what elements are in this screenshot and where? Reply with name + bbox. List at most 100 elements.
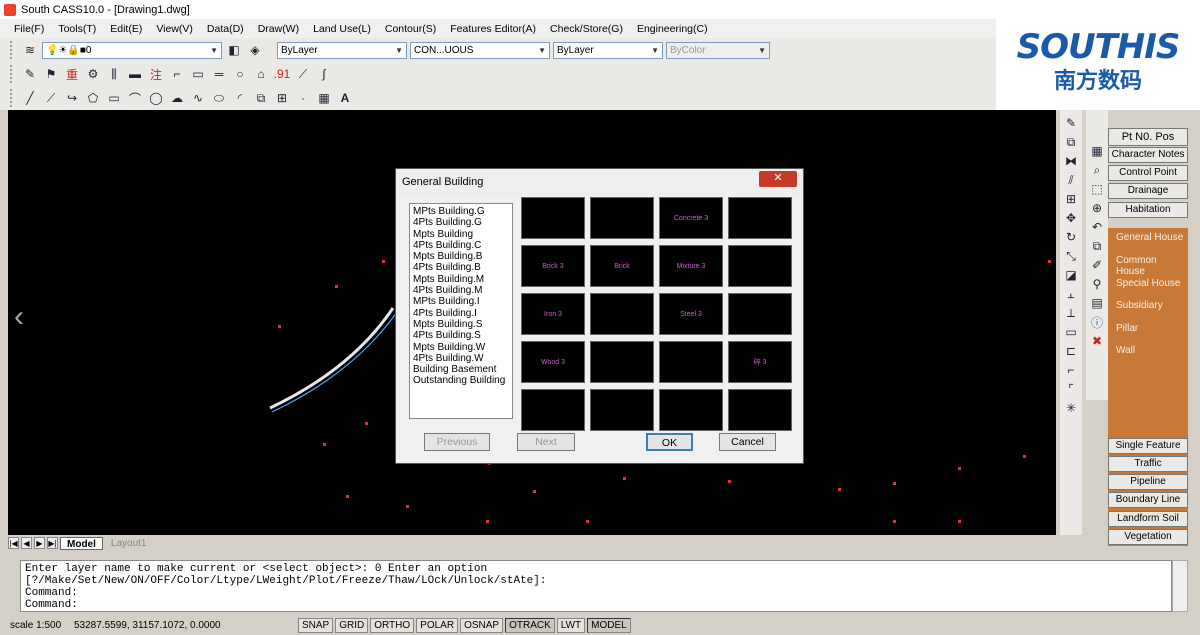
menu-data[interactable]: Data(D) bbox=[207, 23, 244, 35]
info-icon[interactable]: ⓘ bbox=[1088, 313, 1106, 331]
layer-dropdown[interactable]: 💡☀🔒■ 0 ▼ bbox=[42, 41, 222, 59]
layer-match-icon[interactable]: ◈ bbox=[246, 41, 264, 59]
circle-icon[interactable]: ◯ bbox=[147, 89, 165, 107]
color-dropdown[interactable]: ByLayer ▼ bbox=[277, 41, 407, 59]
tab-model[interactable]: Model bbox=[60, 536, 103, 550]
traffic-button[interactable]: Traffic bbox=[1108, 456, 1188, 472]
list-item[interactable]: MPts Building.I bbox=[413, 296, 509, 307]
special-house-item[interactable]: Special House bbox=[1116, 278, 1180, 289]
dash-icon[interactable]: ═ bbox=[210, 65, 228, 83]
menu-land-use[interactable]: Land Use(L) bbox=[313, 23, 371, 35]
grid-icon[interactable]: ▦ bbox=[1088, 142, 1106, 160]
ortho-toggle[interactable]: ORTHO bbox=[370, 617, 415, 633]
list-item[interactable]: 4Pts Building.W bbox=[413, 353, 509, 364]
menu-draw[interactable]: Draw(W) bbox=[258, 23, 299, 35]
line-tool-icon[interactable]: ▬ bbox=[126, 65, 144, 83]
building-preview-cell[interactable] bbox=[659, 389, 723, 431]
drainage-button[interactable]: Drainage bbox=[1108, 183, 1188, 199]
ellipse-icon[interactable]: ⬭ bbox=[210, 89, 228, 107]
cloud-icon[interactable]: ☁ bbox=[168, 89, 186, 107]
rect-select-icon[interactable]: ⌐ bbox=[168, 65, 186, 83]
fillet-icon[interactable]: ⌜ bbox=[1062, 380, 1080, 398]
menu-contour[interactable]: Contour(S) bbox=[385, 23, 436, 35]
brush-icon[interactable]: ✐ bbox=[1088, 256, 1106, 274]
linetype-dropdown[interactable]: CON...UOUS ▼ bbox=[410, 41, 550, 59]
point-icon[interactable]: · bbox=[294, 89, 312, 107]
building-preview-cell[interactable]: Steel 3 bbox=[659, 293, 723, 335]
pillar-item[interactable]: Pillar bbox=[1116, 323, 1138, 334]
layer-previous-icon[interactable]: ◧ bbox=[225, 41, 243, 59]
boundary-line-button[interactable]: Boundary Line bbox=[1108, 492, 1188, 508]
trim-icon[interactable]: ⫠ bbox=[1062, 285, 1080, 303]
move-icon[interactable]: ✥ bbox=[1062, 209, 1080, 227]
toolbar-grip[interactable] bbox=[10, 41, 14, 59]
single-feature-button[interactable]: Single Feature bbox=[1108, 438, 1188, 454]
pipeline-button[interactable]: Pipeline bbox=[1108, 474, 1188, 490]
menu-view[interactable]: View(V) bbox=[156, 23, 193, 35]
list-item[interactable]: Mpts Building.W bbox=[413, 342, 509, 353]
wall-item[interactable]: Wall bbox=[1116, 345, 1135, 356]
rectangle-icon[interactable]: ▭ bbox=[105, 89, 123, 107]
next-button[interactable]: Next bbox=[517, 433, 575, 451]
toolbar-grip[interactable] bbox=[10, 65, 14, 83]
line-icon[interactable]: ⟋ bbox=[294, 65, 312, 83]
list-item[interactable]: 4Pts Building.G bbox=[413, 217, 509, 228]
building-preview-cell[interactable] bbox=[728, 245, 792, 287]
pt-no-pos-button[interactable]: Pt N0. Pos bbox=[1108, 128, 1188, 146]
character-notes-button[interactable]: Character Notes bbox=[1108, 147, 1188, 163]
ellipse-arc-icon[interactable]: ◜ bbox=[231, 89, 249, 107]
close-icon[interactable]: ✕ bbox=[759, 171, 797, 187]
pen-icon[interactable]: ✎ bbox=[21, 65, 39, 83]
building-type-list[interactable]: MPts Building.G 4Pts Building.G Mpts Bui… bbox=[409, 203, 513, 419]
prev-tab-icon[interactable]: ◀ bbox=[21, 537, 32, 549]
building-preview-cell[interactable] bbox=[521, 389, 585, 431]
copy-icon[interactable]: ⧉ bbox=[1062, 133, 1080, 151]
array-icon[interactable]: ⊞ bbox=[1062, 190, 1080, 208]
insert-icon[interactable]: ⊞ bbox=[273, 89, 291, 107]
building-preview-cell[interactable] bbox=[590, 197, 654, 239]
list-item[interactable]: 4Pts Building.M bbox=[413, 285, 509, 296]
list-item[interactable]: 4Pts Building.I bbox=[413, 308, 509, 319]
explode-icon[interactable]: ✳ bbox=[1062, 399, 1080, 417]
zoom-in-icon[interactable]: ⊕ bbox=[1088, 199, 1106, 217]
list-item[interactable]: 4Pts Building.B bbox=[413, 262, 509, 273]
vegetation-button[interactable]: Vegetation bbox=[1108, 529, 1188, 545]
number-icon[interactable]: .91 bbox=[273, 65, 291, 83]
stretch-icon[interactable]: ◪ bbox=[1062, 266, 1080, 284]
wand-icon[interactable]: ⚲ bbox=[1088, 275, 1106, 293]
zhu-char-icon[interactable]: 注 bbox=[147, 65, 165, 83]
building-preview-cell[interactable]: Brick bbox=[590, 245, 654, 287]
menu-engineering[interactable]: Engineering(C) bbox=[637, 23, 708, 35]
hatch-icon[interactable]: ▦ bbox=[315, 89, 333, 107]
list-item[interactable]: MPts Building.G bbox=[413, 206, 509, 217]
building-preview-cell[interactable] bbox=[590, 293, 654, 335]
command-prompt[interactable]: Command: bbox=[25, 599, 1167, 611]
list-item[interactable]: Building Basement bbox=[413, 364, 509, 375]
first-tab-icon[interactable]: |◀ bbox=[8, 537, 19, 549]
toolbar-grip[interactable] bbox=[10, 89, 14, 107]
building-preview-cell[interactable]: 碎 3 bbox=[728, 341, 792, 383]
menu-features-editor[interactable]: Features Editor(A) bbox=[450, 23, 536, 35]
last-tab-icon[interactable]: ▶| bbox=[47, 537, 58, 549]
command-scrollbar[interactable] bbox=[1172, 560, 1188, 612]
list-item[interactable]: Mpts Building.S bbox=[413, 319, 509, 330]
habitation-button[interactable]: Habitation bbox=[1108, 202, 1188, 218]
control-point-button[interactable]: Control Point bbox=[1108, 165, 1188, 181]
polar-toggle[interactable]: POLAR bbox=[416, 617, 459, 633]
break-icon[interactable]: ▭ bbox=[1062, 323, 1080, 341]
settings-icon[interactable]: ⚙ bbox=[84, 65, 102, 83]
scale-icon[interactable]: ⤡ bbox=[1062, 247, 1080, 265]
list-item[interactable]: Mpts Building.B bbox=[413, 251, 509, 262]
building-preview-cell[interactable] bbox=[590, 389, 654, 431]
mirror-icon[interactable]: ⧓ bbox=[1062, 152, 1080, 170]
common-house-item[interactable]: Common House bbox=[1116, 255, 1188, 277]
command-line[interactable]: Enter layer name to make current or <sel… bbox=[20, 560, 1172, 612]
menu-check-store[interactable]: Check/Store(G) bbox=[550, 23, 623, 35]
list-item[interactable]: 4Pts Building.S bbox=[413, 330, 509, 341]
tab-layout1[interactable]: Layout1 bbox=[105, 537, 153, 550]
cancel-button[interactable]: Cancel bbox=[719, 433, 776, 451]
polygon-icon[interactable]: ⬠ bbox=[84, 89, 102, 107]
previous-button[interactable]: Previous bbox=[424, 433, 490, 451]
pan-icon[interactable]: ⬚ bbox=[1088, 180, 1106, 198]
zoom-icon[interactable]: ⌕ bbox=[1088, 161, 1106, 179]
